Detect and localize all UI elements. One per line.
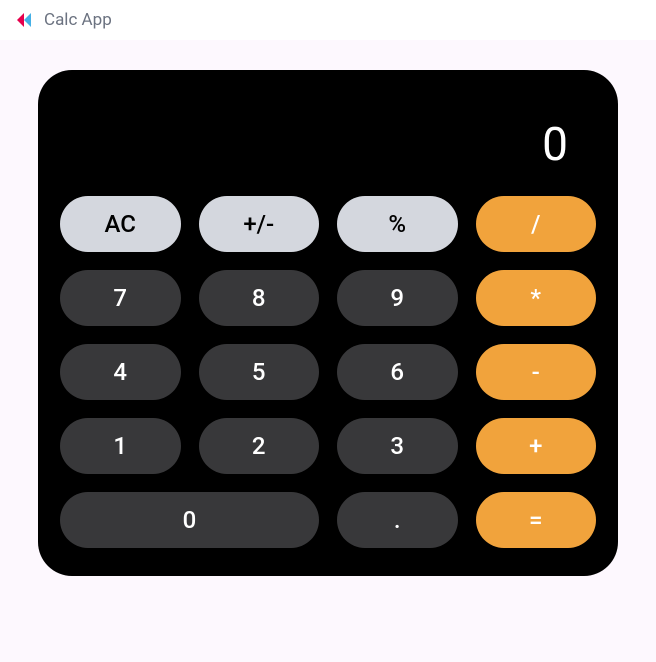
multiply-button[interactable]: * xyxy=(476,270,597,326)
percent-button[interactable]: % xyxy=(337,196,458,252)
add-button[interactable]: + xyxy=(476,418,597,474)
equals-button[interactable]: = xyxy=(476,492,597,548)
digit-4-button[interactable]: 4 xyxy=(60,344,181,400)
digit-9-button[interactable]: 9 xyxy=(337,270,458,326)
digit-1-button[interactable]: 1 xyxy=(60,418,181,474)
digit-0-button[interactable]: 0 xyxy=(60,492,319,548)
digit-2-button[interactable]: 2 xyxy=(199,418,320,474)
clear-button[interactable]: AC xyxy=(60,196,181,252)
decimal-button[interactable]: . xyxy=(337,492,458,548)
app-header: Calc App xyxy=(0,0,656,40)
sign-button[interactable]: +/- xyxy=(199,196,320,252)
digit-8-button[interactable]: 8 xyxy=(199,270,320,326)
digit-6-button[interactable]: 6 xyxy=(337,344,458,400)
digit-3-button[interactable]: 3 xyxy=(337,418,458,474)
calculator-display: 0 xyxy=(60,98,596,196)
calculator: 0 AC +/- % / 7 8 9 * 4 5 6 - 1 2 3 + 0 .… xyxy=(38,70,618,576)
calculator-keypad: AC +/- % / 7 8 9 * 4 5 6 - 1 2 3 + 0 . = xyxy=(60,196,596,548)
subtract-button[interactable]: - xyxy=(476,344,597,400)
digit-5-button[interactable]: 5 xyxy=(199,344,320,400)
app-title: Calc App xyxy=(44,10,112,30)
back-icon[interactable] xyxy=(14,10,34,30)
divide-button[interactable]: / xyxy=(476,196,597,252)
digit-7-button[interactable]: 7 xyxy=(60,270,181,326)
